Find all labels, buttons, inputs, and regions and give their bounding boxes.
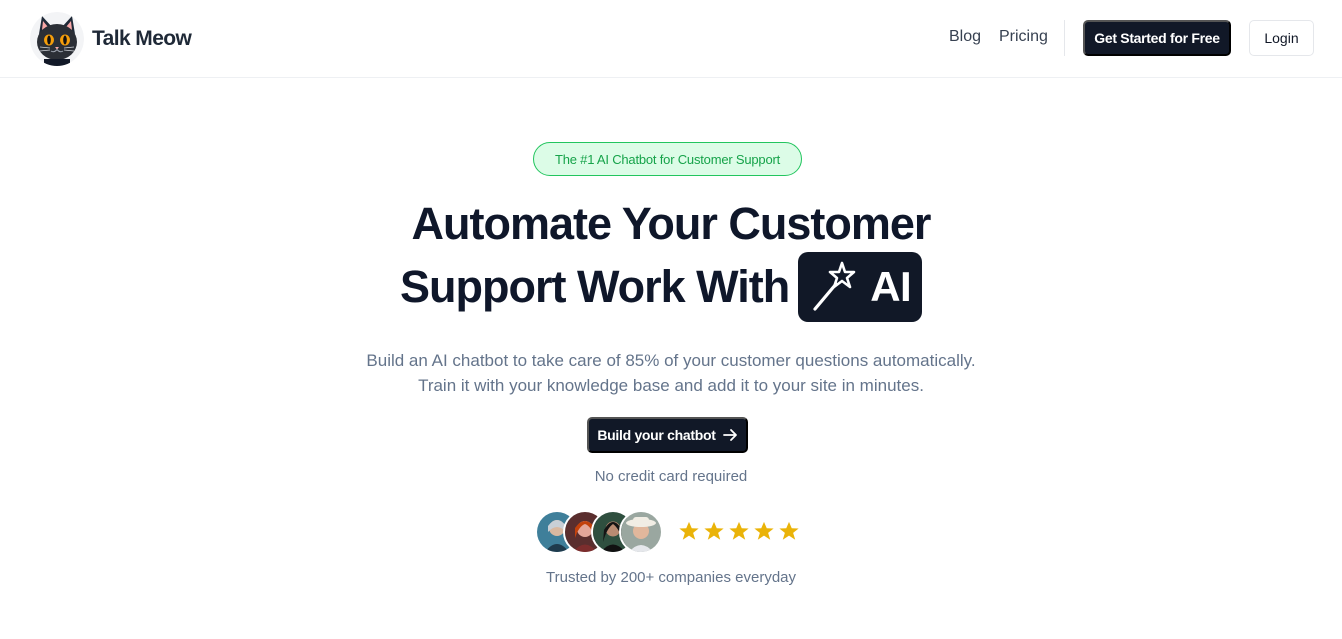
hero-subtitle-line-1: Build an AI chatbot to take care of 85% … [366, 351, 976, 370]
ai-chip: AI [798, 252, 923, 322]
hero-headline-line-1: Automate Your Customer [411, 198, 932, 249]
nav-link-blog[interactable]: Blog [949, 28, 981, 46]
build-chatbot-label: Build your chatbot [597, 427, 716, 443]
ai-label: AI [870, 263, 912, 310]
brand-name: Talk Meow [92, 27, 192, 50]
hero-headline-line-2: Support Work With AI [400, 252, 923, 322]
nav-link-pricing[interactable]: Pricing [999, 28, 1048, 46]
hero-headline-text: Support Work With [400, 261, 790, 312]
hero-subtitle-line-2: Train it with your knowledge base and ad… [418, 376, 924, 395]
magic-wand-icon [813, 261, 856, 311]
build-chatbot-button[interactable]: Build your chatbot [587, 417, 748, 453]
star-icon [679, 521, 699, 540]
trusted-by-text: Trusted by 200+ companies everyday [546, 569, 796, 586]
avatar [619, 510, 663, 554]
star-icon [754, 521, 774, 540]
star-icon [779, 521, 799, 540]
get-started-button[interactable]: Get Started for Free [1083, 20, 1231, 56]
top-nav: Talk Meow Blog Pricing Get Started for F… [0, 0, 1342, 78]
arrow-right-icon [722, 429, 737, 441]
star-icon [729, 521, 749, 540]
no-credit-card-note: No credit card required [594, 468, 748, 485]
hero-badge: The #1 AI Chatbot for Customer Support [533, 142, 802, 176]
cat-logo-icon [30, 12, 84, 66]
login-button[interactable]: Login [1249, 20, 1314, 56]
star-icon [704, 521, 724, 540]
rating-stars [678, 520, 803, 542]
brand-logo[interactable]: Talk Meow [30, 12, 192, 66]
nav-divider [1064, 20, 1065, 56]
